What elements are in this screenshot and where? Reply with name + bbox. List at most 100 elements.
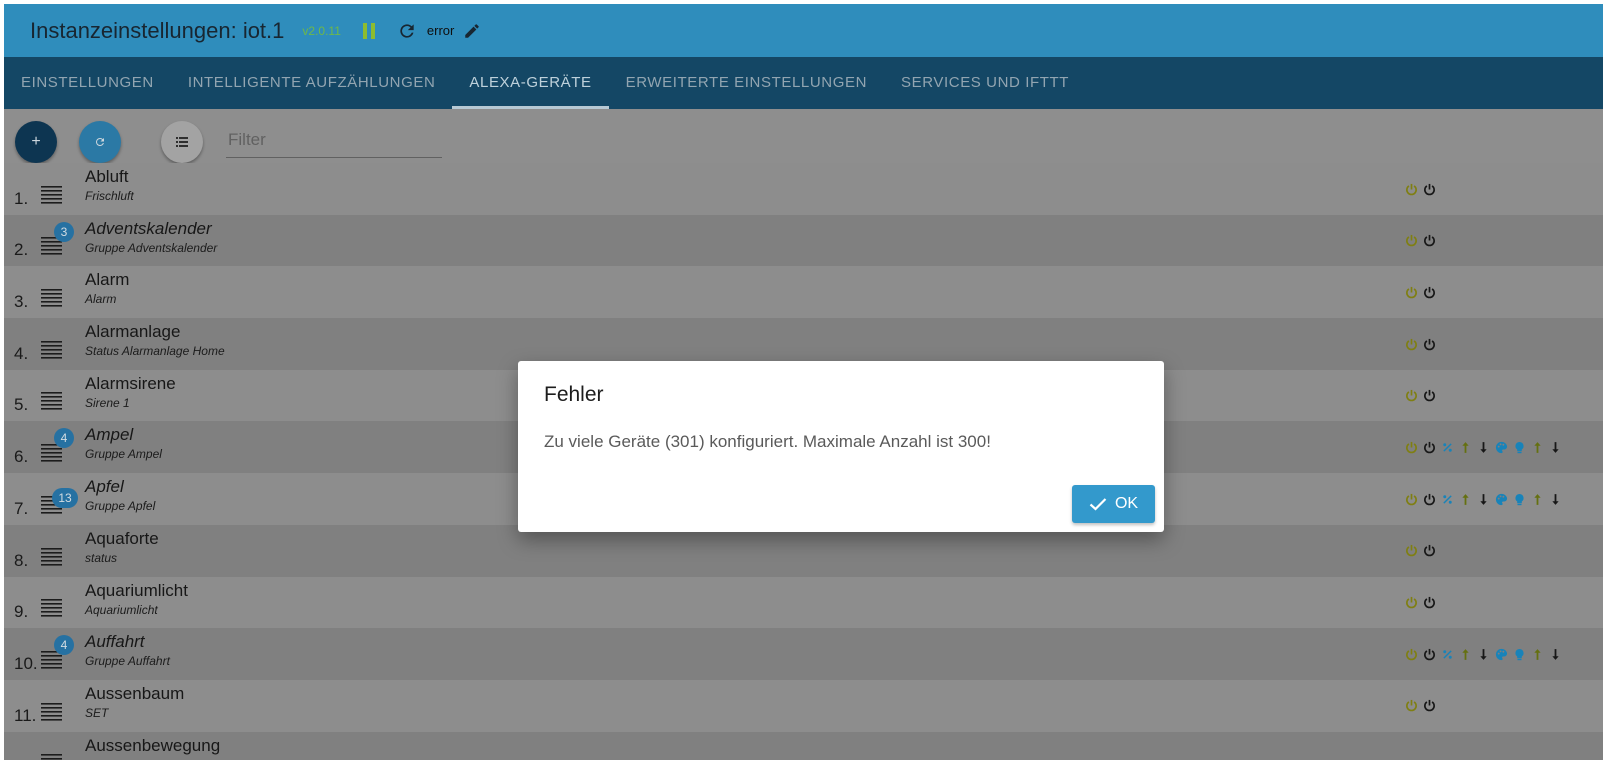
- drag-handle-icon[interactable]: [41, 753, 62, 760]
- drag-handle-icon[interactable]: [41, 185, 62, 205]
- device-actions: [1404, 234, 1436, 248]
- power-on-icon[interactable]: [1404, 699, 1418, 713]
- device-name[interactable]: Aussenbewegung: [85, 736, 220, 756]
- refresh-icon[interactable]: [397, 21, 417, 41]
- power-off-icon[interactable]: [1422, 647, 1436, 661]
- bulb-icon[interactable]: [1512, 647, 1526, 661]
- row-number: 3.: [14, 292, 29, 312]
- power-off-icon[interactable]: [1422, 699, 1436, 713]
- filter-input[interactable]: [226, 123, 442, 158]
- arrow-down-icon[interactable]: [1548, 647, 1562, 661]
- group-count-badge: 4: [54, 635, 74, 656]
- device-name[interactable]: Aquaforte: [85, 529, 159, 549]
- arrow-up-icon[interactable]: [1530, 647, 1544, 661]
- power-on-icon[interactable]: [1404, 440, 1418, 454]
- percent-icon[interactable]: [1440, 647, 1454, 661]
- device-name[interactable]: Auffahrt: [85, 632, 145, 652]
- power-off-icon[interactable]: [1422, 337, 1436, 351]
- device-name[interactable]: Alarmanlage: [85, 322, 180, 342]
- palette-icon[interactable]: [1494, 492, 1508, 506]
- palette-icon[interactable]: [1494, 647, 1508, 661]
- power-off-icon[interactable]: [1422, 440, 1436, 454]
- device-name[interactable]: Alarmsirene: [85, 374, 176, 394]
- power-on-icon[interactable]: [1404, 647, 1418, 661]
- device-name[interactable]: Aussenbaum: [85, 684, 184, 704]
- power-off-icon[interactable]: [1422, 182, 1436, 196]
- power-on-icon[interactable]: [1404, 596, 1418, 610]
- power-on-icon[interactable]: [1404, 492, 1418, 506]
- device-subtitle: Gruppe Apfel: [85, 499, 156, 514]
- device-row[interactable]: 1. Abluft Frischluft: [4, 163, 1603, 215]
- drag-handle-icon[interactable]: [41, 340, 62, 360]
- arrow-up-icon[interactable]: [1458, 440, 1472, 454]
- device-row[interactable]: 8. Aquaforte status: [4, 524, 1603, 577]
- power-on-icon[interactable]: [1404, 182, 1418, 196]
- bulb-icon[interactable]: [1512, 440, 1526, 454]
- power-off-icon[interactable]: [1422, 285, 1436, 299]
- device-actions: [1404, 337, 1436, 351]
- arrow-up-icon[interactable]: [1530, 440, 1544, 454]
- device-name[interactable]: Adventskalender: [85, 219, 212, 239]
- percent-icon[interactable]: [1440, 440, 1454, 454]
- refresh-small-icon: [95, 137, 104, 146]
- pause-icon[interactable]: [359, 21, 379, 41]
- power-off-icon[interactable]: [1422, 544, 1436, 558]
- palette-icon[interactable]: [1494, 440, 1508, 454]
- arrow-up-icon[interactable]: [1458, 492, 1472, 506]
- arrow-down-icon[interactable]: [1476, 647, 1490, 661]
- arrow-up-icon[interactable]: [1530, 492, 1544, 506]
- drag-handle-icon[interactable]: [41, 598, 62, 618]
- device-row[interactable]: 2. 3 Adventskalender Gruppe Adventskalender: [4, 214, 1603, 267]
- device-actions: [1404, 389, 1436, 403]
- tab-intelligente-aufzaehlungen[interactable]: INTELLIGENTE AUFZÄHLUNGEN: [171, 57, 453, 109]
- arrow-down-icon[interactable]: [1476, 492, 1490, 506]
- device-name[interactable]: Apfel: [85, 477, 124, 497]
- header-bar: Instanzeinstellungen: iot.1 v2.0.11 erro…: [4, 4, 1603, 57]
- power-on-icon[interactable]: [1404, 389, 1418, 403]
- power-off-icon[interactable]: [1422, 492, 1436, 506]
- row-number: 8.: [14, 550, 29, 570]
- power-on-icon[interactable]: [1404, 285, 1418, 299]
- device-subtitle: Gruppe Auffahrt: [85, 654, 170, 669]
- power-off-icon[interactable]: [1422, 234, 1436, 248]
- power-on-icon[interactable]: [1404, 337, 1418, 351]
- device-name[interactable]: Alarm: [85, 270, 129, 290]
- power-off-icon[interactable]: [1422, 596, 1436, 610]
- row-number: 2.: [14, 240, 29, 260]
- bulb-icon[interactable]: [1512, 492, 1526, 506]
- power-on-icon[interactable]: [1404, 234, 1418, 248]
- device-row[interactable]: 9. Aquariumlicht Aquariumlicht: [4, 576, 1603, 629]
- tab-alexa-geraete[interactable]: ALEXA-GERÄTE: [452, 57, 609, 109]
- refresh-devices-button[interactable]: [79, 121, 121, 163]
- device-name[interactable]: Abluft: [85, 167, 128, 187]
- tab-erweiterte-einstellungen[interactable]: ERWEITERTE EINSTELLUNGEN: [609, 57, 884, 109]
- arrow-up-icon[interactable]: [1458, 647, 1472, 661]
- ok-button[interactable]: OK: [1072, 485, 1155, 523]
- error-dialog: Fehler Zu viele Geräte (301) konfigurier…: [518, 361, 1164, 532]
- arrow-down-icon[interactable]: [1476, 440, 1490, 454]
- drag-handle-icon[interactable]: [41, 547, 62, 567]
- edit-icon[interactable]: [462, 21, 482, 41]
- device-row[interactable]: 10. 4 Auffahrt Gruppe Auffahrt: [4, 628, 1603, 680]
- device-name[interactable]: Aquariumlicht: [85, 581, 188, 601]
- device-name[interactable]: Ampel: [85, 425, 133, 445]
- power-on-icon[interactable]: [1404, 544, 1418, 558]
- tab-services-und-ifttt[interactable]: SERVICES UND IFTTT: [884, 57, 1086, 109]
- percent-icon[interactable]: [1440, 492, 1454, 506]
- power-off-icon[interactable]: [1422, 389, 1436, 403]
- arrow-down-icon[interactable]: [1548, 440, 1562, 454]
- device-subtitle: Status Alarmanlage Home: [85, 344, 225, 359]
- tab-einstellungen[interactable]: EINSTELLUNGEN: [4, 57, 171, 109]
- device-row[interactable]: 3. Alarm Alarm: [4, 266, 1603, 319]
- drag-handle-icon[interactable]: [41, 702, 62, 722]
- device-row[interactable]: 11. Aussenbaum SET: [4, 679, 1603, 732]
- dialog-title: Fehler: [544, 383, 604, 406]
- device-row[interactable]: Aussenbewegung: [4, 731, 1603, 760]
- device-subtitle: Gruppe Adventskalender: [85, 240, 218, 255]
- drag-handle-icon[interactable]: [41, 391, 62, 411]
- list-view-button[interactable]: [161, 121, 203, 163]
- add-device-button[interactable]: +: [15, 121, 57, 163]
- ok-button-label: OK: [1114, 495, 1139, 512]
- drag-handle-icon[interactable]: [41, 288, 62, 308]
- arrow-down-icon[interactable]: [1548, 492, 1562, 506]
